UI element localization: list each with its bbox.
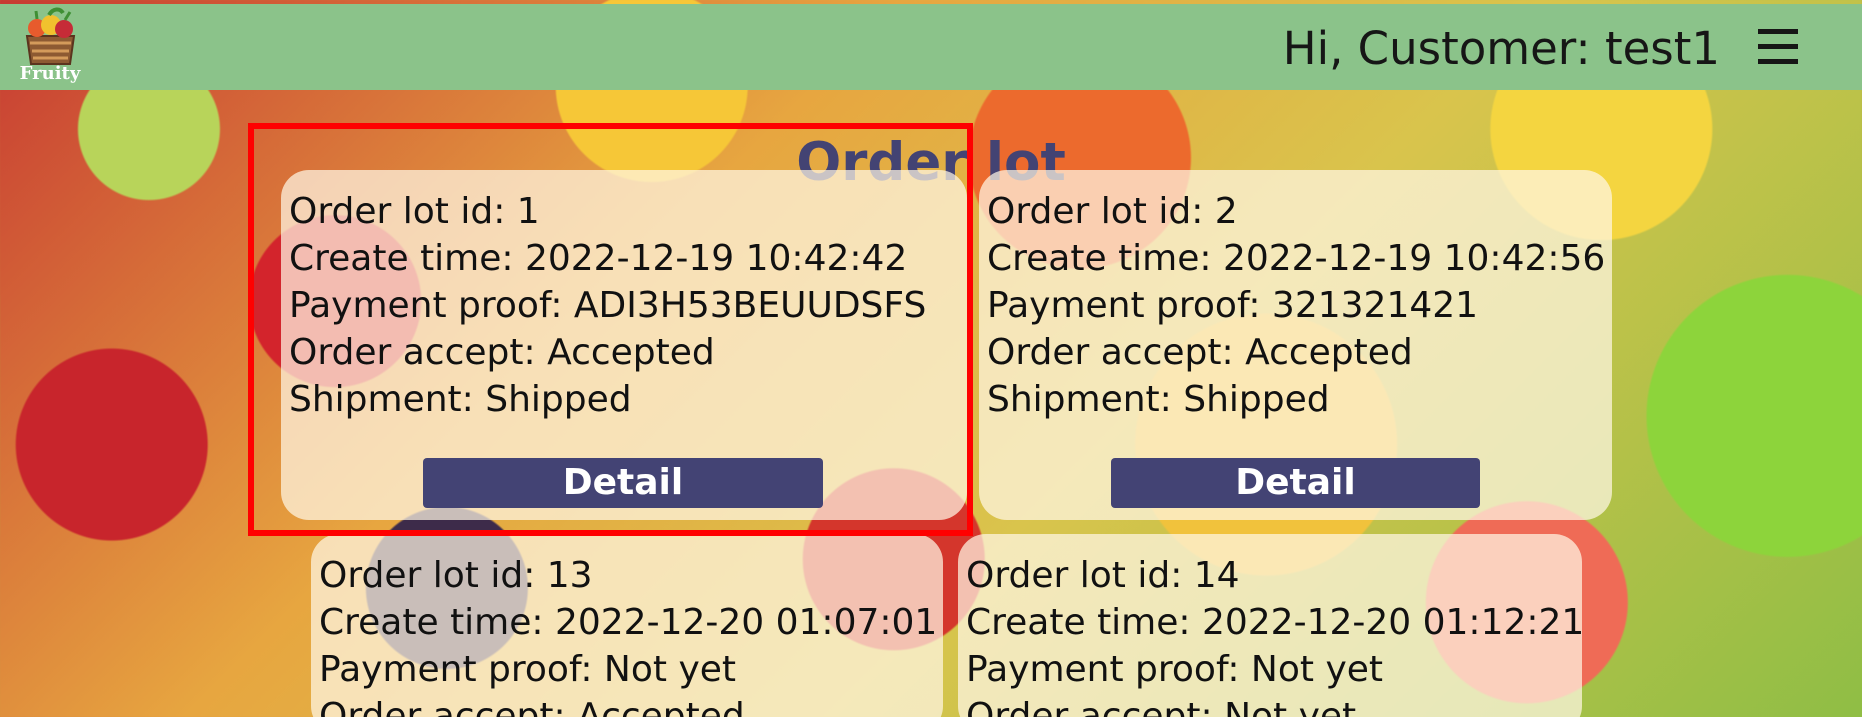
order-lot-card: Order lot id: 13 Create time: 2022-12-20…: [311, 534, 943, 717]
logo-text: Fruity: [19, 63, 81, 84]
top-navigation-bar: Fruity Hi, Customer: test1: [0, 4, 1862, 90]
shipment-status: Shipment: Shipped: [289, 379, 632, 420]
order-accept-status: Order accept: Not yet: [966, 696, 1357, 717]
menu-line-icon: [1758, 29, 1798, 34]
order-lot-card: Order lot id: 2 Create time: 2022-12-19 …: [979, 170, 1612, 520]
payment-proof: Payment proof: 321321421: [987, 285, 1479, 326]
order-lot-id: Order lot id: 13: [319, 555, 593, 596]
order-lot-id: Order lot id: 2: [987, 191, 1238, 232]
create-time: Create time: 2022-12-20 01:12:21: [966, 602, 1582, 643]
customer-greeting: Hi, Customer: test1: [1282, 22, 1720, 75]
menu-line-icon: [1758, 44, 1798, 49]
fruity-logo[interactable]: Fruity: [14, 4, 86, 90]
order-lot-id: Order lot id: 1: [289, 191, 540, 232]
order-accept-status: Order accept: Accepted: [987, 332, 1413, 373]
order-lot-card: Order lot id: 14 Create time: 2022-12-20…: [958, 534, 1582, 717]
menu-line-icon: [1758, 59, 1798, 64]
order-accept-status: Order accept: Accepted: [319, 696, 745, 717]
payment-proof: Payment proof: Not yet: [966, 649, 1384, 690]
create-time: Create time: 2022-12-19 10:42:42: [289, 238, 908, 279]
order-lot-list: Order lot id: 1 Create time: 2022-12-19 …: [0, 0, 1862, 717]
detail-button[interactable]: Detail: [1111, 458, 1480, 508]
create-time: Create time: 2022-12-20 01:07:01: [319, 602, 938, 643]
shipment-status: Shipment: Shipped: [987, 379, 1330, 420]
payment-proof: Payment proof: ADI3H53BEUUDSFS: [289, 285, 927, 326]
order-lot-id: Order lot id: 14: [966, 555, 1240, 596]
payment-proof: Payment proof: Not yet: [319, 649, 737, 690]
detail-button[interactable]: Detail: [423, 458, 823, 508]
create-time: Create time: 2022-12-19 10:42:56: [987, 238, 1606, 279]
order-accept-status: Order accept: Accepted: [289, 332, 715, 373]
fruit-basket-icon: [25, 7, 76, 65]
order-lot-card: Order lot id: 1 Create time: 2022-12-19 …: [281, 170, 967, 520]
hamburger-menu-icon[interactable]: [1758, 24, 1806, 72]
